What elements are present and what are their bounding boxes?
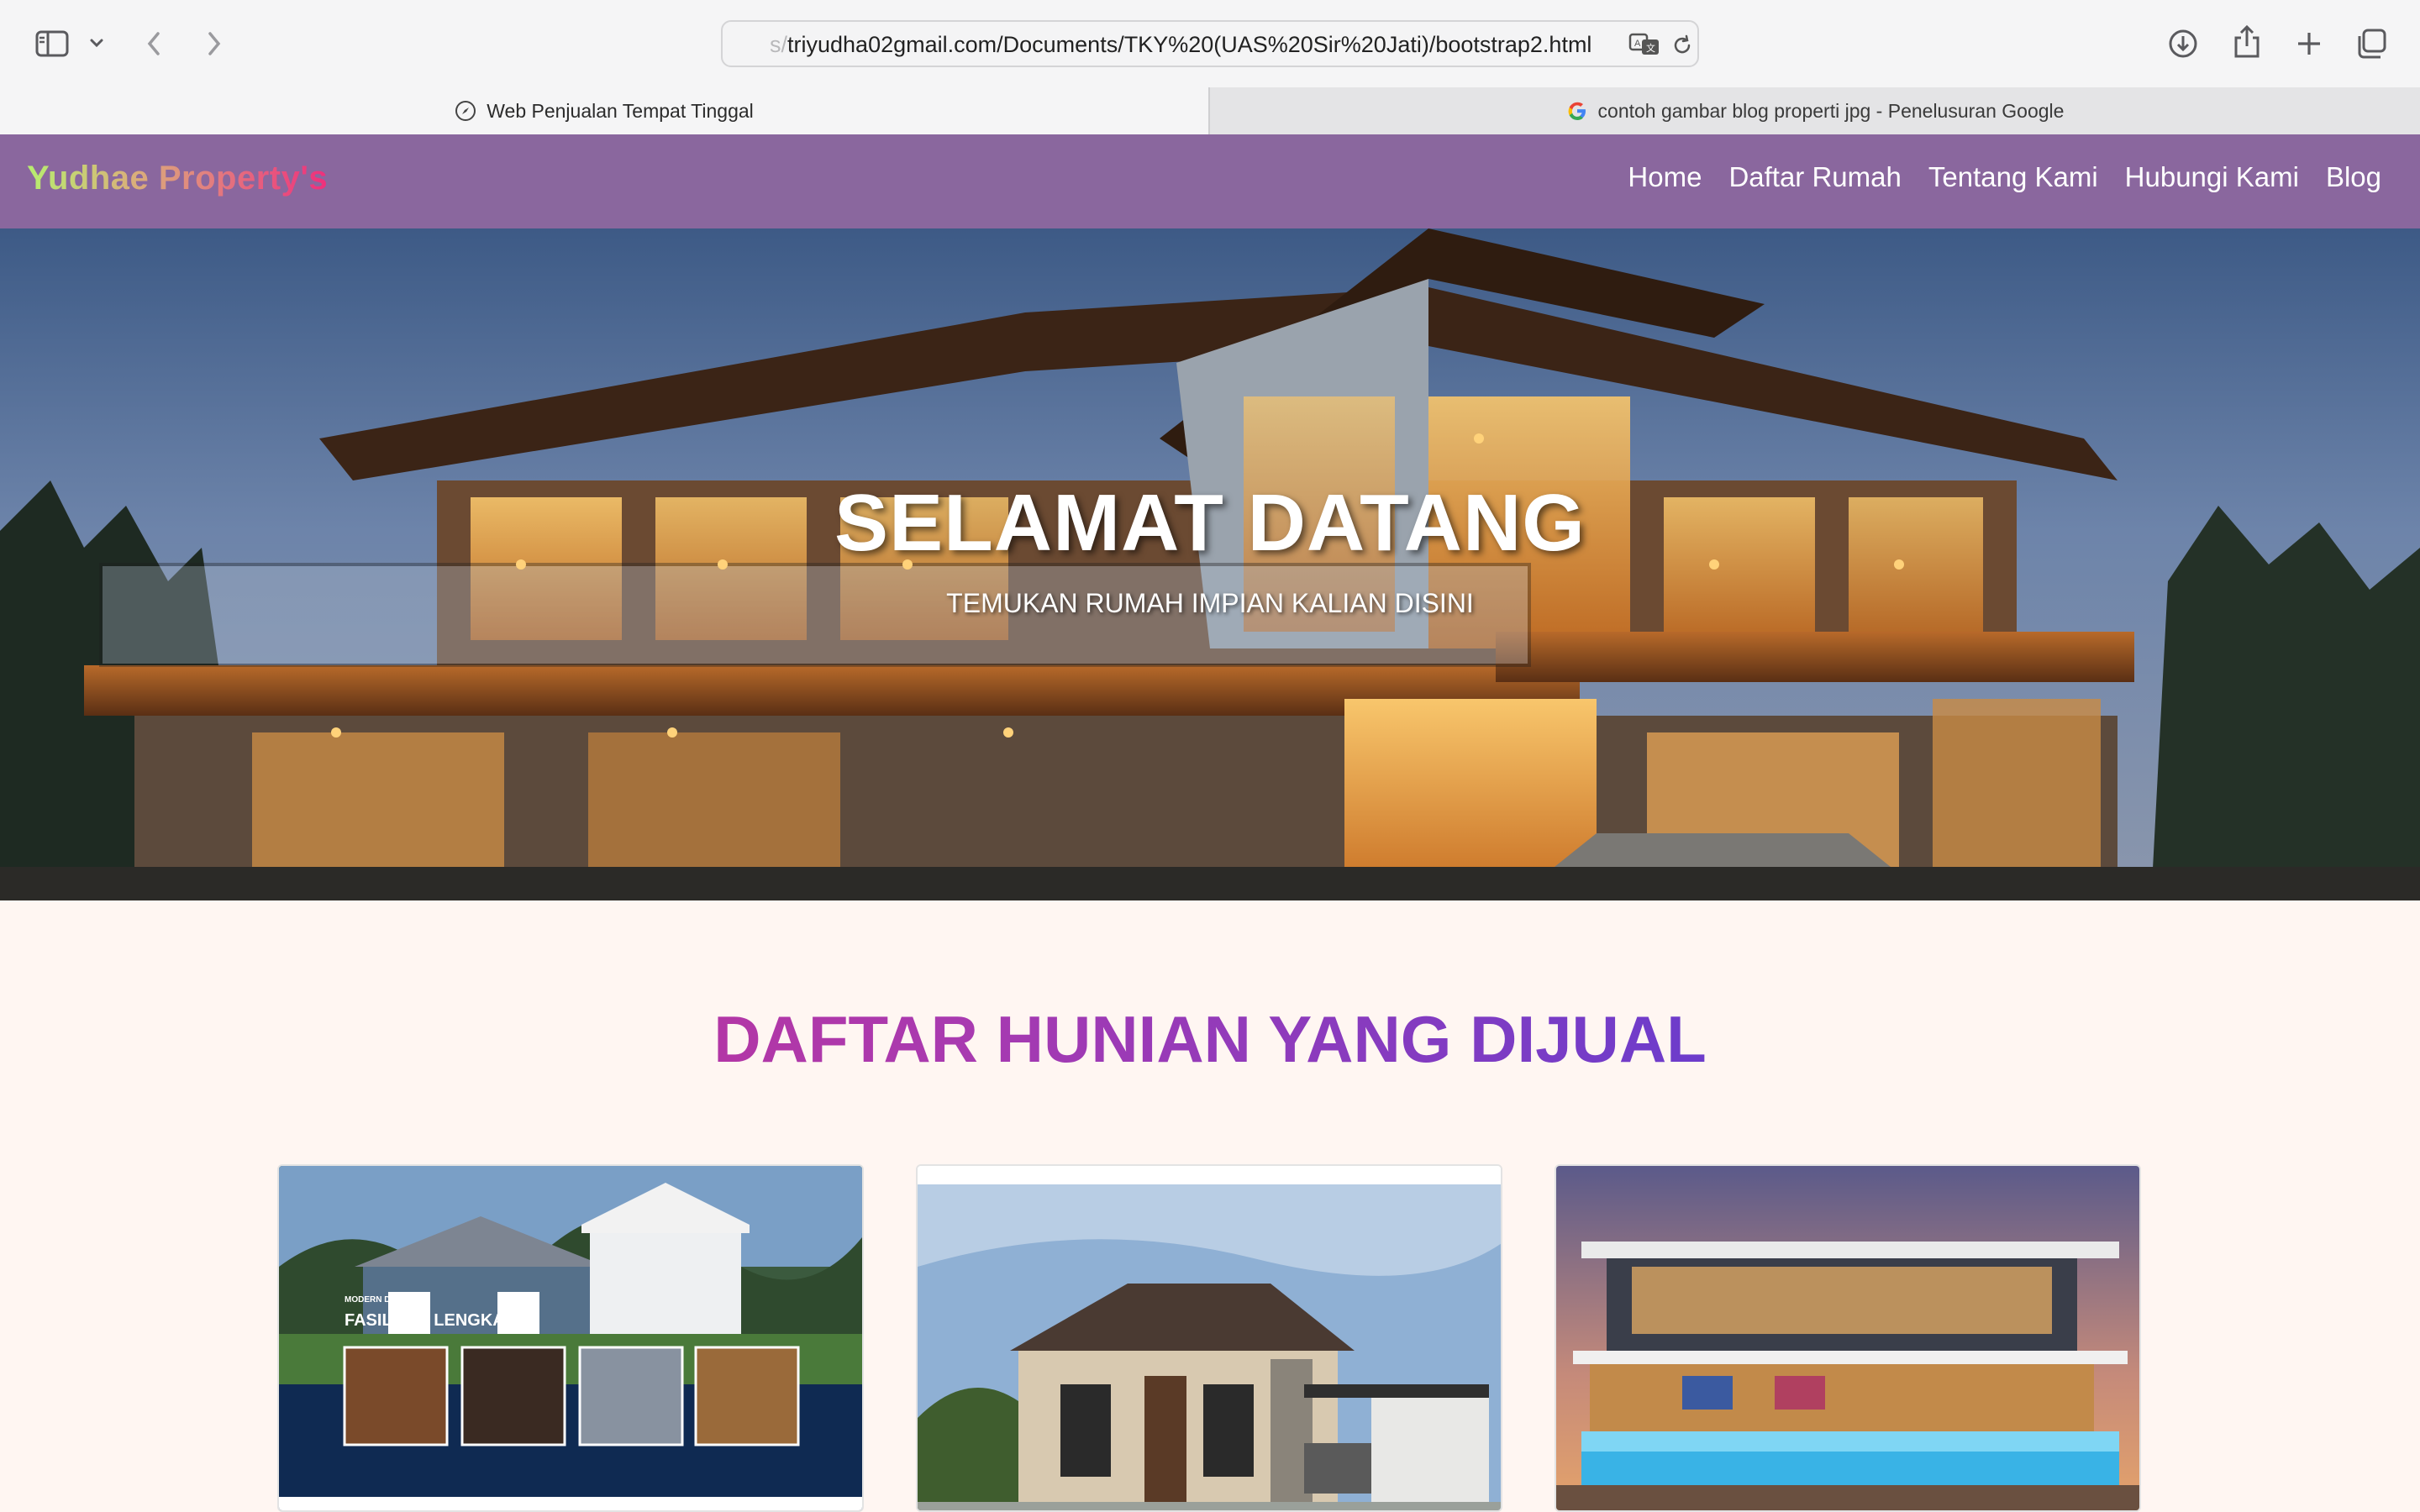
nav-link-daftar-rumah[interactable]: Daftar Rumah	[1728, 161, 1901, 193]
download-icon[interactable]	[2165, 25, 2202, 62]
nav-link-hubungi-kami[interactable]: Hubungi Kami	[2125, 161, 2299, 193]
tab-google-search[interactable]: contoh gambar blog properti jpg - Penelu…	[1208, 87, 2420, 134]
nav-link-home[interactable]: Home	[1628, 161, 1702, 193]
forward-arrow-icon[interactable]	[198, 25, 230, 62]
site-navbar: Yudhae Property's Home Daftar Rumah Tent…	[0, 134, 2420, 228]
property-card[interactable]	[1555, 1164, 2141, 1512]
address-bar[interactable]: s/triyudha02gmail.com/Documents/TKY%20(U…	[721, 20, 1699, 67]
nav-link-tentang-kami[interactable]: Tentang Kami	[1928, 161, 2098, 193]
google-icon	[1566, 100, 1588, 122]
tab-label: Web Penjualan Tempat Tinggal	[487, 99, 754, 122]
villa-pool-image	[1556, 1166, 2139, 1510]
tab-bar: Web Penjualan Tempat Tinggal contoh gamb…	[0, 87, 2420, 134]
tab-web-penjualan[interactable]: Web Penjualan Tempat Tinggal	[0, 87, 1208, 134]
nav-link-blog[interactable]: Blog	[2326, 161, 2381, 193]
hero-title: SELAMAT DATANG	[834, 478, 1586, 568]
browser-toolbar: s/triyudha02gmail.com/Documents/TKY%20(U…	[0, 0, 2420, 87]
share-icon[interactable]	[2228, 22, 2265, 62]
listing-title: DAFTAR HUNIAN YANG DIJUAL	[0, 1001, 2420, 1078]
card-overlay-small: MODERN DAN	[345, 1295, 402, 1305]
sidebar-toggle-icon[interactable]	[32, 27, 72, 60]
modern-house-image	[918, 1166, 1501, 1510]
reload-icon[interactable]	[1670, 34, 1694, 61]
url-text: s/triyudha02gmail.com/Documents/TKY%20(U…	[770, 32, 1592, 57]
new-tab-plus-icon[interactable]	[2291, 25, 2328, 62]
brand-logo[interactable]: Yudhae Property's	[27, 160, 328, 197]
tab-label: contoh gambar blog properti jpg - Penelu…	[1597, 99, 2065, 122]
svg-text:A: A	[1634, 39, 1641, 49]
card-overlay-large: FASILITAS LENGKAP	[345, 1311, 516, 1330]
tab-overview-icon[interactable]	[2353, 25, 2390, 62]
chevron-down-icon[interactable]	[86, 32, 108, 54]
svg-text:文: 文	[1646, 42, 1655, 54]
back-arrow-icon[interactable]	[138, 25, 170, 62]
house-brochure-image: MODERN DAN FASILITAS LENGKAP	[279, 1166, 862, 1510]
property-card[interactable]	[916, 1164, 1502, 1512]
hero-subtitle: TEMUKAN RUMAH IMPIAN KALIAN DISINI	[946, 588, 1474, 618]
compass-icon	[455, 100, 476, 122]
nav-links: Home Daftar Rumah Tentang Kami Hubungi K…	[1628, 161, 2381, 193]
hero-banner: SELAMAT DATANG TEMUKAN RUMAH IMPIAN KALI…	[0, 228, 2420, 900]
translate-icon[interactable]: A文	[1628, 32, 1662, 61]
property-card[interactable]: MODERN DAN FASILITAS LENGKAP	[277, 1164, 864, 1512]
